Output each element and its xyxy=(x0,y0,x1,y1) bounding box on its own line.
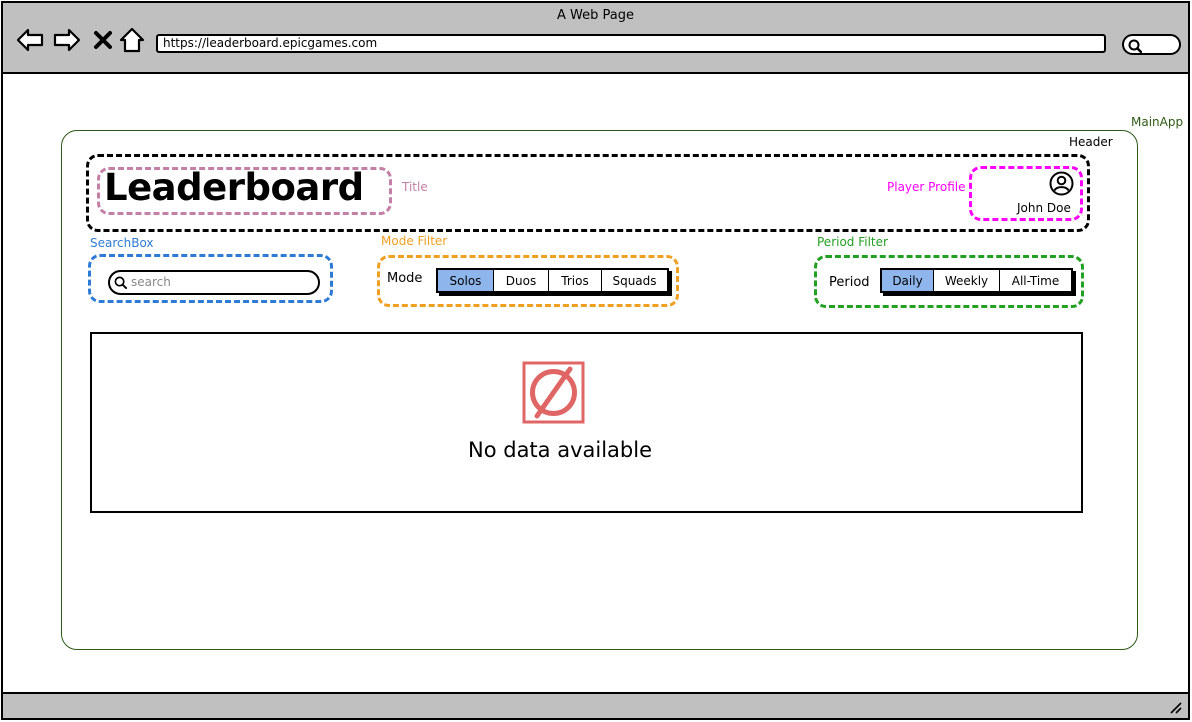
mode-option-duos[interactable]: Duos xyxy=(494,270,549,291)
status-bar xyxy=(3,692,1188,718)
search-icon xyxy=(114,276,127,289)
title-annotation: Title xyxy=(402,180,428,194)
window-title: A Web Page xyxy=(557,8,634,23)
mode-label: Mode xyxy=(387,271,423,286)
mode-filter-annotation: Mode Filter xyxy=(381,234,448,248)
leaderboard-data-panel xyxy=(90,332,1083,513)
header-annotation: Header xyxy=(1069,135,1113,149)
empty-state-message: No data available xyxy=(468,438,652,462)
period-label: Period xyxy=(829,275,870,290)
stop-icon[interactable] xyxy=(88,25,118,55)
search-input[interactable]: search xyxy=(108,270,320,295)
home-icon[interactable] xyxy=(117,25,147,55)
period-option-weekly[interactable]: Weekly xyxy=(934,270,1000,291)
url-bar[interactable]: https://leaderboard.epicgames.com xyxy=(156,34,1106,53)
search-icon xyxy=(1128,39,1142,53)
resize-grip-icon[interactable] xyxy=(1168,700,1182,714)
back-arrow-icon[interactable] xyxy=(15,25,45,55)
period-option-daily[interactable]: Daily xyxy=(882,270,934,291)
player-profile-annotation: Player Profile xyxy=(887,180,966,194)
search-placeholder: search xyxy=(131,275,171,289)
user-avatar-icon[interactable] xyxy=(1049,171,1074,196)
mode-option-squads[interactable]: Squads xyxy=(602,270,667,291)
browser-toolbar: A Web Page https://leaderboard.epicgames… xyxy=(3,3,1188,74)
mode-segmented-control: Solos Duos Trios Squads xyxy=(436,268,669,293)
forward-arrow-icon[interactable] xyxy=(52,25,82,55)
period-option-all-time[interactable]: All-Time xyxy=(1000,270,1071,291)
browser-search-field[interactable] xyxy=(1122,34,1181,55)
mode-option-solos[interactable]: Solos xyxy=(438,270,494,291)
period-segmented-control: Daily Weekly All-Time xyxy=(880,268,1073,293)
no-entry-icon xyxy=(522,361,585,424)
searchbox-annotation: SearchBox xyxy=(90,236,154,250)
page-title: Leaderboard xyxy=(104,166,364,209)
period-filter-annotation: Period Filter xyxy=(817,235,888,249)
mainapp-annotation: MainApp xyxy=(1131,115,1184,129)
mode-option-trios[interactable]: Trios xyxy=(549,270,602,291)
player-name: John Doe xyxy=(1017,201,1071,215)
